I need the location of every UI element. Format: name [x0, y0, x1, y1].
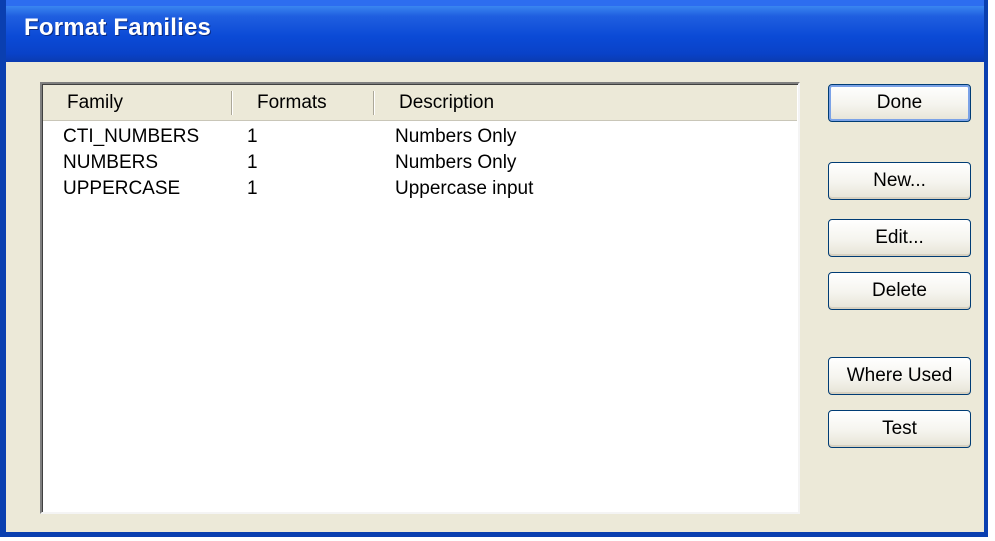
list-row[interactable]: NUMBERS 1 Numbers Only [43, 150, 797, 176]
family-cell: NUMBERS [63, 152, 159, 173]
edit-button[interactable]: Edit... [828, 219, 971, 257]
family-cell: CTI_NUMBERS [63, 126, 200, 147]
column-header-family[interactable]: Family [43, 85, 233, 121]
format-families-list[interactable]: Family Formats Description CTI_NUMBERS 1… [40, 82, 800, 514]
test-button[interactable]: Test [828, 410, 971, 448]
window-title: Format Families [24, 14, 212, 41]
column-header-formats[interactable]: Formats [233, 85, 375, 121]
description-cell: Numbers Only [395, 126, 517, 147]
description-cell: Numbers Only [395, 152, 517, 173]
done-button[interactable]: Done [828, 84, 971, 122]
formats-cell: 1 [247, 152, 258, 173]
list-header: Family Formats Description [43, 85, 797, 121]
description-cell: Uppercase input [395, 178, 534, 199]
column-header-description[interactable]: Description [375, 85, 795, 121]
list-row[interactable]: UPPERCASE 1 Uppercase input [43, 176, 797, 202]
list-row[interactable]: CTI_NUMBERS 1 Numbers Only [43, 124, 797, 150]
list-rows: CTI_NUMBERS 1 Numbers Only NUMBERS 1 Num… [43, 124, 797, 202]
formats-cell: 1 [247, 126, 258, 147]
new-button[interactable]: New... [828, 162, 971, 200]
family-cell: UPPERCASE [63, 178, 181, 199]
format-families-window: Format Families Family Formats Descripti… [0, 0, 988, 537]
title-bar[interactable]: Format Families [6, 0, 984, 62]
where-used-button[interactable]: Where Used [828, 357, 971, 395]
formats-cell: 1 [247, 178, 258, 199]
delete-button[interactable]: Delete [828, 272, 971, 310]
